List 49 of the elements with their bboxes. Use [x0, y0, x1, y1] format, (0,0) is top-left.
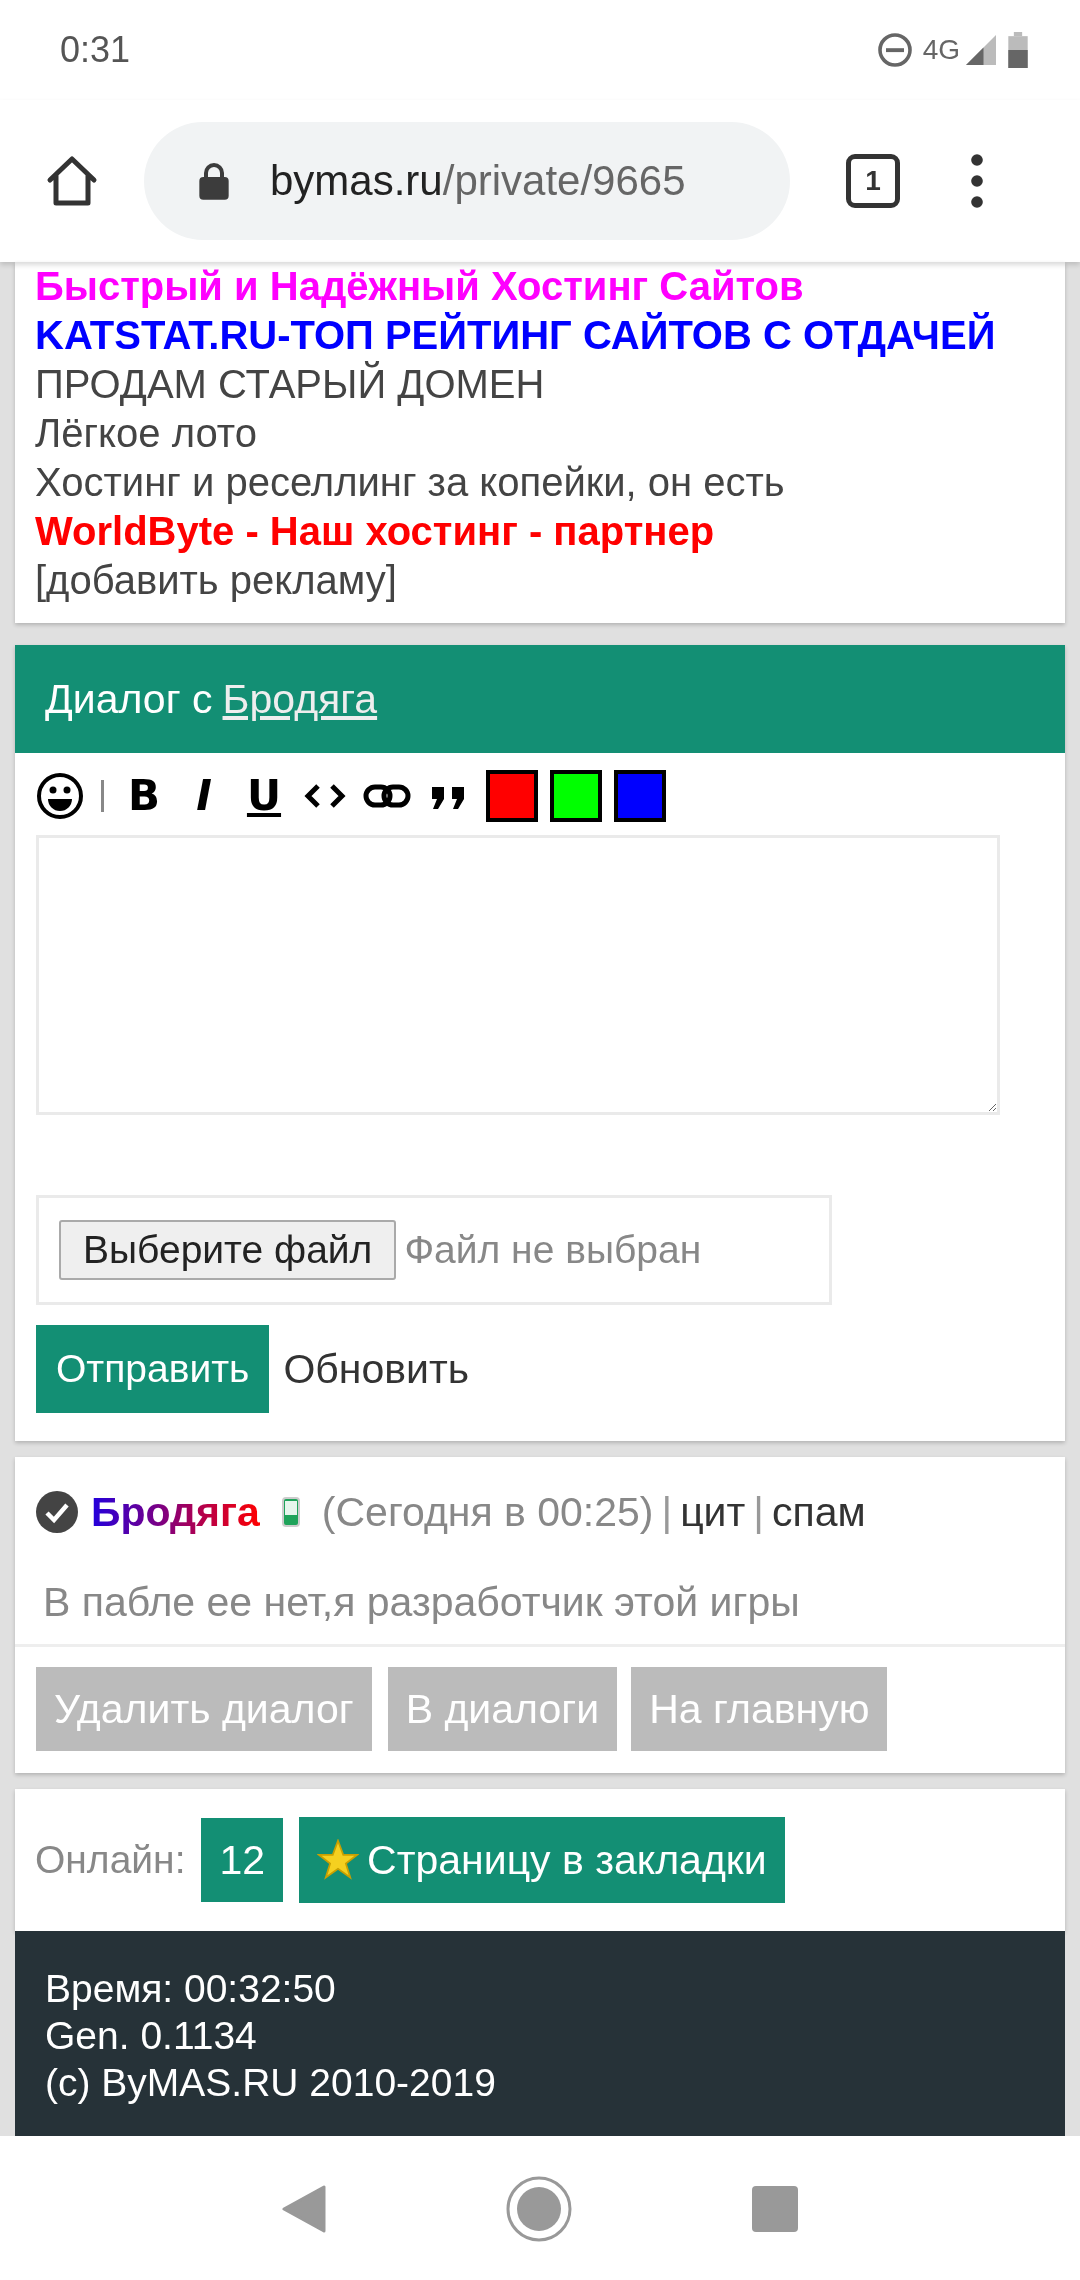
url-path: /private/9665 [442, 157, 686, 205]
status-time: 0:31 [60, 29, 131, 71]
phone-icon [281, 1497, 300, 1527]
url-domain: bymas.ru [270, 157, 443, 205]
dialog-title: Диалог с [45, 675, 213, 723]
quote-link[interactable]: цит [680, 1488, 746, 1536]
ad-link[interactable]: Хостинг и реселлинг за копейки, он есть [35, 458, 1045, 507]
address-bar[interactable]: bymas.ru/private/9665 [144, 122, 790, 240]
online-count[interactable]: 12 [201, 1818, 284, 1902]
footer-text: Время: 00:32:50 [45, 1966, 337, 2012]
back-icon[interactable] [282, 2184, 326, 2233]
color-swatch[interactable] [486, 770, 538, 822]
refresh-link[interactable]: Обновить [283, 1345, 470, 1393]
format-button[interactable]: I [180, 771, 228, 821]
signal-icon [966, 35, 996, 65]
ad-link[interactable]: KATSTAT.RU-ТОП РЕЙТИНГ САЙТОВ С ОТДАЧЕЙ [35, 311, 1045, 360]
format-button[interactable]: B [120, 771, 168, 821]
toolbar-separator [101, 780, 104, 812]
file-field[interactable]: Выберите файл Файл не выбран [36, 1195, 832, 1305]
ad-link[interactable]: Лёгкое лото [35, 409, 1045, 458]
ad-link[interactable]: WorldByte - Наш хостинг - партнер [35, 507, 1045, 556]
color-swatch[interactable] [550, 770, 602, 822]
format-button[interactable]: U [240, 771, 288, 821]
check-icon [35, 1490, 79, 1534]
lock-icon [198, 161, 230, 201]
star-icon [317, 1839, 360, 1881]
spam-link[interactable]: спам [771, 1488, 866, 1536]
message-text: В пабле ее нет,я разработчик этой игры [15, 1579, 1065, 1647]
do-not-disturb-icon [876, 32, 913, 68]
footer-text: Gen. 0.1134 [45, 2013, 258, 2059]
footer-text: (c) ByMAS.RU 2010-2019 [45, 2060, 497, 2106]
file-status: Файл не выбран [404, 1228, 702, 1272]
message-input[interactable] [36, 835, 1000, 1115]
ad-link[interactable]: [добавить рекламу] [35, 556, 1045, 605]
battery-icon [1008, 32, 1028, 68]
separator: | [661, 1488, 673, 1536]
menu-icon[interactable] [970, 153, 984, 209]
bookmark-button[interactable]: Страницу в закладки [299, 1817, 785, 1903]
recents-icon[interactable] [752, 2185, 798, 2232]
color-swatch[interactable] [614, 770, 666, 822]
message-time: (Сегодня в 00:25) [321, 1488, 654, 1536]
ad-link[interactable]: ПРОДАМ СТАРЫЙ ДОМЕН [35, 360, 1045, 409]
online-label: Онлайн: [35, 1838, 186, 1882]
choose-file-button[interactable]: Выберите файл [59, 1220, 397, 1280]
separator: | [753, 1488, 764, 1536]
smiley-icon[interactable] [35, 771, 85, 821]
network-type: 4G [922, 34, 960, 66]
tab-count-button[interactable]: 1 [846, 154, 900, 208]
send-button[interactable]: Отправить [36, 1325, 270, 1413]
